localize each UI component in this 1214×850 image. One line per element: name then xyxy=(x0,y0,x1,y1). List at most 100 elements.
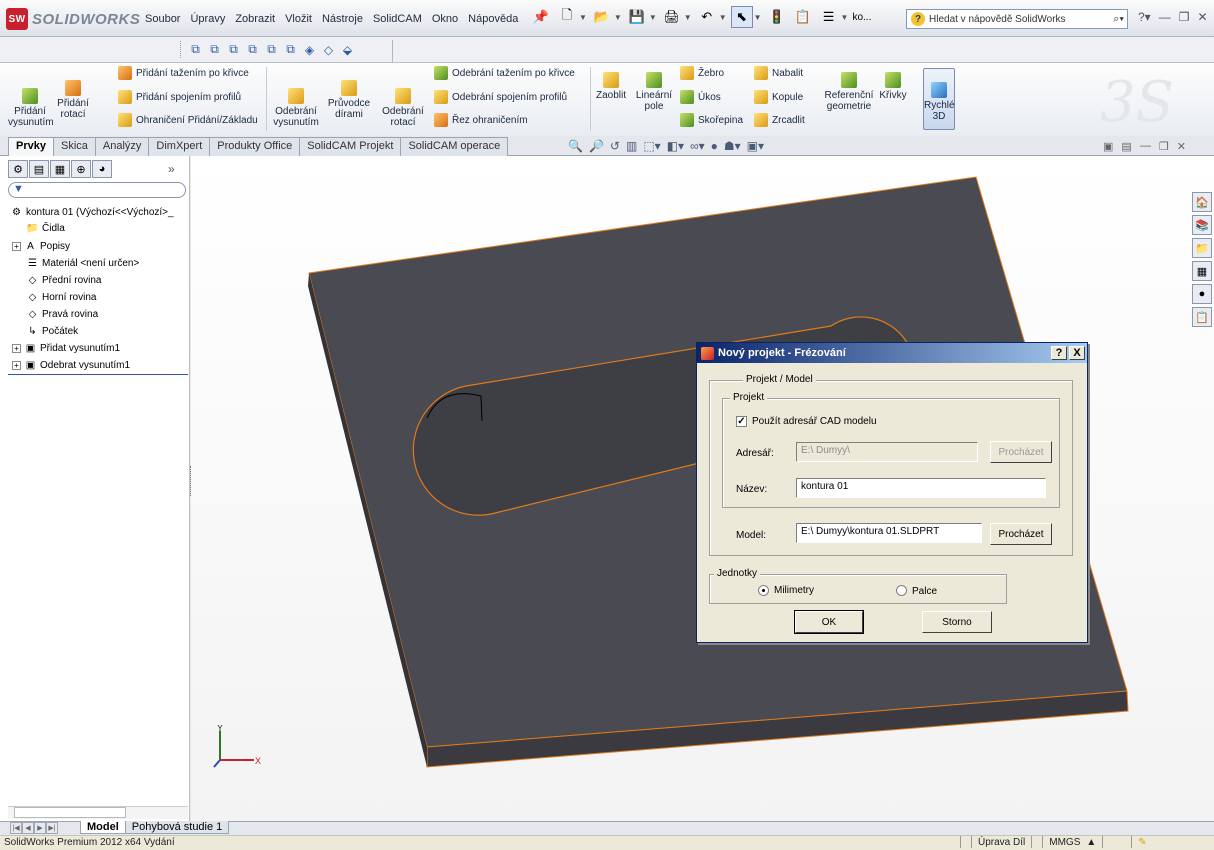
hide-show-icon[interactable]: ∞▾ xyxy=(690,139,705,153)
chevron-down-icon[interactable]: ▼ xyxy=(579,13,587,22)
expand-icon[interactable]: + xyxy=(12,242,21,251)
boundary-cut-button[interactable]: Řez ohraničením xyxy=(434,113,528,127)
wrap-button[interactable]: Nabalit xyxy=(754,66,803,80)
tab-model[interactable]: Model xyxy=(80,821,126,834)
revolve-cut-button[interactable]: Odebrání rotací xyxy=(380,88,426,128)
menu-vlozit[interactable]: Vložit xyxy=(280,11,317,27)
menu-napoveda[interactable]: Nápověda xyxy=(463,11,523,27)
toolbar-overflow[interactable]: ko... xyxy=(852,12,871,23)
solidworks-resources-icon[interactable]: 🏠 xyxy=(1192,192,1212,212)
units-inch-radio[interactable] xyxy=(896,585,907,596)
design-library-icon[interactable]: 📚 xyxy=(1192,215,1212,235)
dimxpert-manager-tab-icon[interactable]: ⊕ xyxy=(71,160,91,178)
tab-skica[interactable]: Skica xyxy=(52,137,96,157)
tree-item-sensors[interactable]: 📁 Čidla xyxy=(26,222,65,235)
top-view-icon[interactable]: ⧉ xyxy=(263,41,280,58)
name-field[interactable]: kontura 01 xyxy=(796,478,1046,498)
back-view-icon[interactable]: ⧉ xyxy=(206,41,223,58)
zoom-area-icon[interactable]: 🔎 xyxy=(589,139,604,153)
tree-filter-input[interactable] xyxy=(8,182,186,198)
restore-icon[interactable]: ❐ xyxy=(1179,10,1190,24)
print-icon[interactable]: 🖨 xyxy=(661,6,683,28)
hole-wizard-button[interactable]: Průvodce dírami xyxy=(326,80,372,120)
search-icon[interactable]: ⌕▾ xyxy=(1113,13,1127,26)
file-properties-icon[interactable]: 📋 xyxy=(792,6,814,28)
units-arrow-icon[interactable]: ▲ xyxy=(1086,837,1096,848)
help-search-input[interactable]: ? Hledat v nápovědě SolidWorks ⌕▾ xyxy=(906,9,1128,29)
revolve-boss-button[interactable]: Přidání rotací xyxy=(56,80,90,120)
chevron-down-icon[interactable]: ▼ xyxy=(649,13,657,22)
isometric-view-icon[interactable]: ◈ xyxy=(301,41,318,58)
right-view-icon[interactable]: ⧉ xyxy=(244,41,261,58)
custom-properties-icon[interactable]: 📋 xyxy=(1192,307,1212,327)
lofted-boss-button[interactable]: Přidání spojením profilů xyxy=(118,90,241,104)
configuration-manager-tab-icon[interactable]: ▦ xyxy=(50,160,70,178)
menu-nastroje[interactable]: Nástroje xyxy=(317,11,368,27)
appearance-icon[interactable]: ● xyxy=(711,139,718,153)
tree-item-right-plane[interactable]: ◇ Pravá rovina xyxy=(26,308,99,321)
expand-panel-icon[interactable]: » xyxy=(168,162,175,176)
tree-item-boss-extrude[interactable]: + ▣ Přidat vysunutím1 xyxy=(12,342,120,355)
file-explorer-icon[interactable]: 📁 xyxy=(1192,238,1212,258)
first-tab-icon[interactable]: |◀ xyxy=(10,822,22,834)
tree-item-material[interactable]: ☰ Materiál <není určen> xyxy=(26,257,139,270)
units-mm-radio[interactable] xyxy=(758,585,769,596)
feature-manager-tab-icon[interactable]: ⚙ xyxy=(8,160,28,178)
chevron-down-icon[interactable]: ▼ xyxy=(614,13,622,22)
left-view-icon[interactable]: ⧉ xyxy=(225,41,242,58)
menu-zobrazit[interactable]: Zobrazit xyxy=(230,11,280,27)
tree-item-cut-extrude[interactable]: + ▣ Odebrat vysunutím1 xyxy=(12,359,130,372)
bottom-view-icon[interactable]: ⧉ xyxy=(282,41,299,58)
dir-field[interactable]: E:\ Dumyy\ xyxy=(796,442,978,462)
model-browse-button[interactable]: Procházet xyxy=(990,523,1052,545)
menu-upravy[interactable]: Úpravy xyxy=(185,11,230,27)
tab-produkty-office[interactable]: Produkty Office xyxy=(209,137,301,157)
last-tab-icon[interactable]: ▶| xyxy=(46,822,58,834)
tree-item-origin[interactable]: ↳ Počátek xyxy=(26,325,78,338)
tree-item-front-plane[interactable]: ◇ Přední rovina xyxy=(26,274,102,287)
linear-pattern-button[interactable]: Lineární pole xyxy=(634,72,674,112)
new-document-icon[interactable]: 🗋 xyxy=(556,6,578,28)
dialog-help-button[interactable]: ? xyxy=(1051,346,1067,360)
scene-icon[interactable]: ☗▾ xyxy=(724,139,741,153)
rebuild-icon[interactable]: 🚦 xyxy=(766,6,788,28)
section-view-icon[interactable]: ▥ xyxy=(626,139,637,153)
extrude-cut-button[interactable]: Odebrání vysunutím xyxy=(272,88,320,128)
shell-button[interactable]: Skořepina xyxy=(680,113,743,127)
expand-icon[interactable]: + xyxy=(12,344,21,353)
display-manager-tab-icon[interactable]: ◕ xyxy=(92,160,112,178)
status-units[interactable]: MMGS xyxy=(1049,837,1080,848)
help-menu-icon[interactable]: ?▾ xyxy=(1138,10,1151,24)
cancel-button[interactable]: Storno xyxy=(922,611,992,633)
draft-button[interactable]: Úkos xyxy=(680,90,721,104)
chevron-down-icon[interactable]: ▼ xyxy=(754,13,762,22)
reference-geometry-button[interactable]: Referenční geometrie xyxy=(822,72,876,112)
open-folder-icon[interactable]: 📂 xyxy=(591,6,613,28)
minimize-icon[interactable]: — xyxy=(1140,140,1151,153)
previous-view-icon[interactable]: ↺ xyxy=(610,139,620,153)
close-icon[interactable]: ✕ xyxy=(1197,10,1207,24)
ok-button[interactable]: OK xyxy=(794,610,864,634)
options-icon[interactable]: ☰ xyxy=(818,6,840,28)
tab-solidcam-projekt[interactable]: SolidCAM Projekt xyxy=(299,137,402,157)
save-icon[interactable]: 💾 xyxy=(626,6,648,28)
prev-tab-icon[interactable]: ◀ xyxy=(22,822,34,834)
dimetric-view-icon[interactable]: ⬙ xyxy=(339,41,356,58)
view-settings-icon[interactable]: ▣▾ xyxy=(747,139,764,153)
extrude-boss-button[interactable]: Přidání vysunutím xyxy=(8,88,54,128)
quick-tips-icon[interactable]: ✎ xyxy=(1138,837,1146,848)
scrollbar-thumb[interactable] xyxy=(14,807,126,818)
tile-icon[interactable]: ▣ xyxy=(1103,140,1113,153)
rollback-bar[interactable] xyxy=(8,374,188,375)
menu-soubor[interactable]: Soubor xyxy=(140,11,185,27)
appearances-icon[interactable]: ● xyxy=(1192,284,1212,304)
tab-prvky[interactable]: Prvky xyxy=(8,137,54,157)
tab-analyzy[interactable]: Analýzy xyxy=(94,137,150,157)
tab-motion-study[interactable]: Pohybová studie 1 xyxy=(124,821,230,834)
dir-browse-button[interactable]: Procházet xyxy=(990,441,1052,463)
swept-boss-button[interactable]: Přidání tažením po křivce xyxy=(118,66,249,80)
tree-item-annotations[interactable]: + A Popisy xyxy=(12,240,70,253)
chevron-down-icon[interactable]: ▼ xyxy=(719,13,727,22)
solidworks-logo[interactable]: SW SOLIDWORKS xyxy=(6,7,140,31)
display-style-icon[interactable]: ◧▾ xyxy=(667,139,684,153)
